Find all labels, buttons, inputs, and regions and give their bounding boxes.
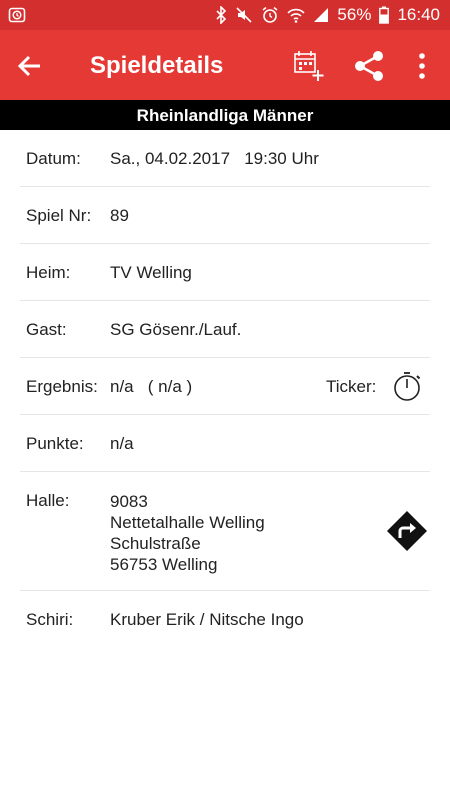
game-details: Datum: Sa., 04.02.2017 19:30 Uhr Spiel N…	[0, 130, 450, 649]
row-spielnr: Spiel Nr: 89	[20, 187, 430, 244]
gast-value: SG Gösenr./Lauf.	[110, 320, 242, 339]
schiri-label: Schiri:	[26, 610, 74, 629]
alarm-icon	[8, 6, 26, 29]
row-halle: Halle: 9083 Nettetalhalle Welling Schuls…	[20, 472, 430, 591]
stopwatch-icon[interactable]	[392, 370, 424, 407]
ergebnis-value: n/a ( n/a )	[110, 377, 193, 396]
heim-value: TV Welling	[110, 263, 192, 282]
back-arrow-icon[interactable]	[14, 50, 46, 82]
clock-text: 16:40	[397, 5, 440, 24]
punkte-label: Punkte:	[26, 434, 84, 453]
row-ergebnis: Ergebnis: n/a ( n/a ) Ticker:	[20, 358, 430, 415]
halle-line: Nettetalhalle Welling	[110, 513, 265, 532]
gast-label: Gast:	[26, 320, 67, 339]
app-bar: Spieldetails	[0, 30, 450, 100]
halle-line: 56753 Welling	[110, 555, 218, 574]
ticker-label: Ticker:	[326, 377, 377, 396]
row-punkte: Punkte: n/a	[20, 415, 430, 472]
status-bar: 56% 16:40	[0, 0, 450, 30]
halle-line: 9083	[110, 492, 148, 511]
share-icon[interactable]	[352, 49, 386, 88]
datum-value: Sa., 04.02.2017 19:30 Uhr	[110, 149, 319, 168]
heim-label: Heim:	[26, 263, 71, 282]
battery-icon	[379, 6, 390, 24]
wifi-icon	[287, 6, 306, 24]
row-heim: Heim: TV Welling	[20, 244, 430, 301]
schiri-value: Kruber Erik / Nitsche Ingo	[110, 610, 304, 629]
spielnr-value: 89	[110, 206, 129, 225]
signal-icon	[313, 6, 329, 24]
punkte-value: n/a	[110, 434, 134, 453]
row-schiri: Schiri: Kruber Erik / Nitsche Ingo	[20, 591, 430, 649]
halle-line: Schulstraße	[110, 534, 201, 553]
battery-text: 56%	[337, 5, 372, 24]
bluetooth-icon	[215, 6, 227, 24]
spielnr-label: Spiel Nr:	[26, 206, 92, 225]
ergebnis-label: Ergebnis:	[26, 377, 98, 396]
alarm-clock-icon	[261, 6, 279, 24]
directions-icon[interactable]	[386, 510, 428, 557]
row-datum: Datum: Sa., 04.02.2017 19:30 Uhr	[20, 130, 430, 187]
halle-label: Halle:	[26, 491, 70, 510]
more-vert-icon[interactable]	[416, 49, 428, 88]
mute-icon	[235, 6, 253, 24]
page-title: Spieldetails	[90, 52, 224, 79]
league-banner: Rheinlandliga Männer	[0, 100, 450, 130]
datum-label: Datum:	[26, 149, 81, 168]
row-gast: Gast: SG Gösenr./Lauf.	[20, 301, 430, 358]
halle-address: 9083 Nettetalhalle Welling Schulstraße 5…	[110, 491, 265, 575]
add-calendar-icon[interactable]	[292, 49, 326, 88]
